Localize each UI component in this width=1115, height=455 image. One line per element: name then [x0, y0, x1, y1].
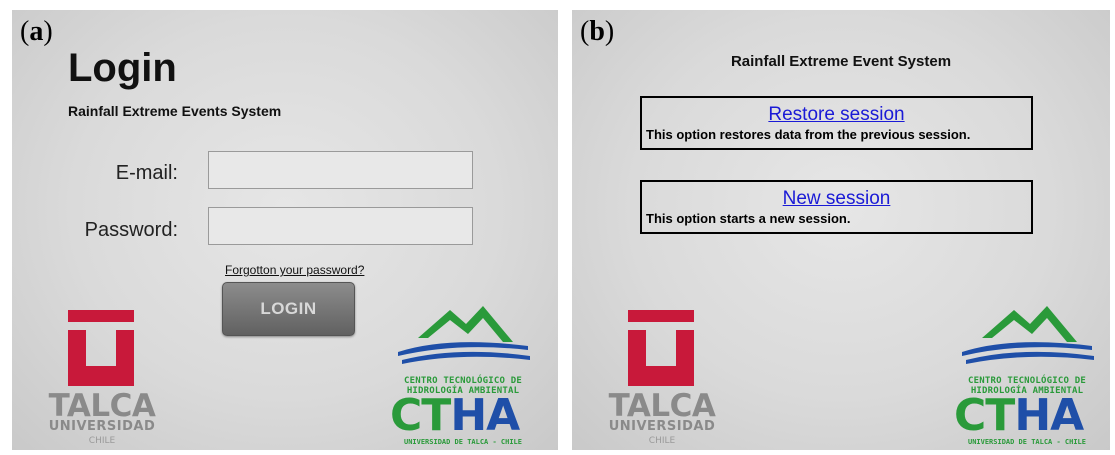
forgot-password-link[interactable]: Forgotton your password?	[225, 263, 364, 277]
system-title: Rainfall Extreme Event System	[730, 53, 952, 70]
panel-label-a: (a)	[20, 16, 53, 47]
mountain-water-icon	[962, 306, 1094, 364]
page-title: Login	[68, 46, 177, 90]
new-session-description: This option starts a new session.	[646, 211, 851, 226]
restore-session-option: Restore session This option restores dat…	[640, 96, 1033, 150]
new-session-link[interactable]: New session	[646, 188, 1027, 210]
talca-logo-country: CHILE	[648, 436, 676, 446]
restore-session-link[interactable]: Restore session	[646, 104, 1027, 126]
ctha-line1: CENTRO TECNOLÓGICO DE	[968, 376, 1086, 386]
system-subtitle: Rainfall Extreme Events System	[68, 103, 282, 119]
ctha-logo: CENTRO TECNOLÓGICO DE HIDROLOGÍA AMBIENT…	[388, 302, 538, 448]
universidad-talca-logo: TALCA UNIVERSIDAD CHILE	[32, 310, 156, 450]
talca-logo-subtext: UNIVERSIDAD	[608, 419, 716, 434]
mountain-water-icon	[398, 306, 530, 364]
email-field[interactable]	[208, 151, 473, 189]
ctha-acronym: CTHA	[954, 390, 1084, 441]
ctha-university: UNIVERSIDAD DE TALCA - CHILE	[403, 438, 522, 446]
universidad-talca-logo: TALCA UNIVERSIDAD CHILE	[592, 310, 716, 450]
ctha-university: UNIVERSIDAD DE TALCA - CHILE	[967, 438, 1086, 446]
password-label: Password:	[84, 219, 178, 241]
talca-emblem-icon	[68, 310, 134, 386]
panel-label-b: (b)	[580, 16, 615, 47]
login-button[interactable]: LOGIN	[222, 282, 355, 336]
login-panel: (a) Login Rainfall Extreme Events System…	[12, 10, 558, 450]
ctha-logo: CENTRO TECNOLÓGICO DE HIDROLOGÍA AMBIENT…	[952, 302, 1102, 448]
ctha-line1: CENTRO TECNOLÓGICO DE	[404, 376, 522, 386]
talca-logo-country: CHILE	[88, 436, 116, 446]
password-field[interactable]	[208, 207, 473, 245]
restore-session-description: This option restores data from the previ…	[646, 127, 971, 142]
email-label: E-mail:	[115, 162, 178, 184]
ctha-acronym: CTHA	[390, 390, 520, 441]
talca-emblem-icon	[628, 310, 694, 386]
talca-logo-subtext: UNIVERSIDAD	[48, 419, 156, 434]
session-panel: (b) Rainfall Extreme Event System Restor…	[572, 10, 1110, 450]
new-session-option: New session This option starts a new ses…	[640, 180, 1033, 234]
